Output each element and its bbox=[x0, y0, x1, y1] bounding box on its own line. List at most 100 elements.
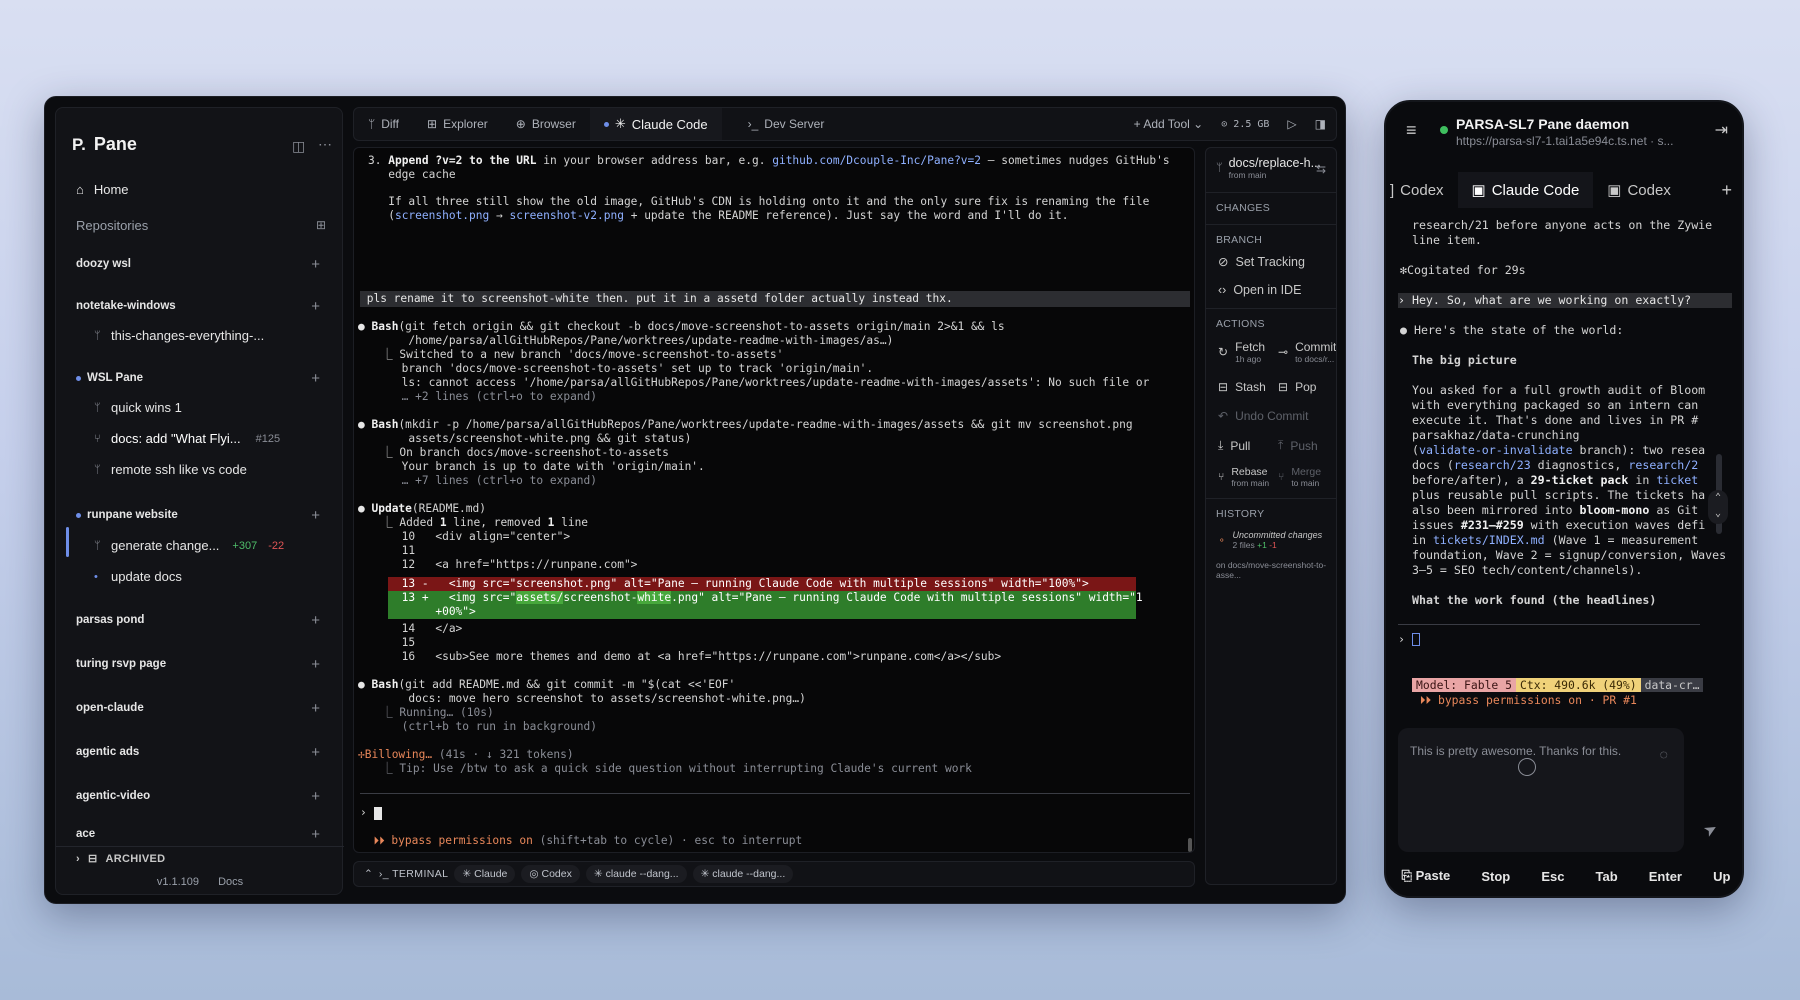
uncommitted-changes-item[interactable]: ⚬ Uncommitted changes 2 files +1 -1 bbox=[1218, 530, 1322, 550]
toolbar-right: + Add Tool ⌄ ⊙ 2.5 GB ▷ ◨ bbox=[1134, 108, 1326, 140]
add-session-icon[interactable]: + bbox=[311, 700, 320, 717]
scroll-handle-icon[interactable]: ⌃ ⌄ bbox=[1708, 490, 1728, 524]
tab-diff[interactable]: ᛘ Diff bbox=[354, 108, 413, 140]
terminal-tab[interactable]: ✳ Claude bbox=[454, 865, 516, 883]
claude-asterisk-icon: ✳ bbox=[700, 868, 710, 880]
push-button[interactable]: ⤒ Push bbox=[1278, 438, 1318, 453]
expand-hint[interactable]: … +7 lines (ctrl+o to expand) bbox=[368, 474, 597, 488]
terminal-tab[interactable]: ✳ claude --dang... bbox=[585, 865, 687, 883]
docs-link[interactable]: Docs bbox=[218, 876, 243, 888]
add-session-icon[interactable]: + bbox=[311, 507, 320, 524]
set-tracking-button[interactable]: ⊘ Set Tracking bbox=[1218, 254, 1305, 270]
repo-notetake-windows[interactable]: notetake-windows + bbox=[76, 298, 328, 315]
tool-tabs-bar: ᛘ Diff ⊞ Explorer ⊕ Browser ✳ Claude Code ›_… bbox=[353, 107, 1337, 141]
repo-doozy-wsl[interactable]: doozy wsl + bbox=[76, 256, 328, 273]
terminal-line: execute it. That's done and lives in PR … bbox=[1412, 413, 1699, 427]
tab-key[interactable]: Tab bbox=[1596, 869, 1618, 884]
tab-claude-code[interactable]: ✳ Claude Code bbox=[589, 108, 722, 140]
prompt-input[interactable]: › bbox=[360, 806, 382, 820]
text: before/after), a bbox=[1412, 473, 1531, 487]
text: to docs/r... bbox=[1295, 354, 1335, 364]
tab-browser[interactable]: ⊕ Browser bbox=[502, 108, 590, 140]
branch-item[interactable]: ᛘ this-changes-everything-... bbox=[94, 328, 334, 343]
add-session-icon[interactable]: + bbox=[311, 298, 320, 315]
paste-key[interactable]: ⎘ Paste bbox=[1402, 868, 1451, 884]
claude-code-terminal[interactable]: 3. Append ?v=2 to the URL in your browse… bbox=[353, 147, 1195, 853]
swap-icon[interactable]: ⇆ bbox=[1316, 162, 1326, 176]
terminal-tab[interactable]: ✳ claude --dang... bbox=[692, 865, 794, 883]
text: in bbox=[1412, 533, 1433, 547]
codex-icon: ◎ bbox=[529, 868, 539, 880]
merge-button[interactable]: ⑂ Merge to main bbox=[1278, 466, 1321, 488]
stop-key[interactable]: Stop bbox=[1481, 869, 1510, 884]
add-session-icon[interactable]: + bbox=[311, 744, 320, 761]
tab-explorer[interactable]: ⊞ Explorer bbox=[413, 108, 502, 140]
mobile-tab-claude-code[interactable]: ▣ Claude Code bbox=[1457, 172, 1594, 208]
play-icon[interactable]: ▷ bbox=[1287, 117, 1296, 131]
add-session-icon[interactable]: + bbox=[311, 256, 320, 273]
home-nav-item[interactable]: ⌂ Home bbox=[76, 182, 129, 197]
repo-runpane-website[interactable]: runpane website + bbox=[76, 507, 328, 524]
pull-request-icon: ⑂ bbox=[94, 432, 101, 445]
rebase-button[interactable]: ⑂ Rebase from main bbox=[1218, 466, 1269, 488]
undo-commit-button[interactable]: ↶ Undo Commit bbox=[1218, 409, 1308, 423]
message-input[interactable]: This is pretty awesome. Thanks for this.… bbox=[1398, 728, 1684, 852]
collapse-sidebar-icon[interactable]: ◫ bbox=[292, 138, 305, 155]
scrollbar[interactable] bbox=[1188, 838, 1192, 852]
toggle-panel-icon[interactable]: ◨ bbox=[1315, 117, 1326, 131]
add-tool-button[interactable]: + Add Tool ⌄ bbox=[1134, 117, 1204, 131]
pop-button[interactable]: ⊟ Pop bbox=[1278, 380, 1316, 394]
repo-open-claude[interactable]: open-claude + bbox=[76, 700, 328, 717]
tab-dev-server[interactable]: ›_ Dev Server bbox=[722, 108, 839, 140]
hamburger-menu-icon[interactable]: ≡ bbox=[1406, 120, 1417, 141]
repo-agentic-video[interactable]: agentic-video + bbox=[76, 788, 328, 805]
branch-item[interactable]: ᛘ quick wins 1 bbox=[94, 400, 334, 415]
archived-section[interactable]: › ⊟ ARCHIVED bbox=[76, 852, 165, 866]
open-in-ide-button[interactable]: ‹› Open in IDE bbox=[1218, 283, 1301, 297]
add-session-icon[interactable]: + bbox=[311, 370, 320, 387]
terminal-toggle[interactable]: ›_ TERMINAL bbox=[379, 868, 449, 880]
more-options-icon[interactable]: ⋯ bbox=[318, 136, 332, 153]
repo-ace[interactable]: ace + bbox=[76, 826, 328, 843]
repo-agentic-ads[interactable]: agentic ads + bbox=[76, 744, 328, 761]
add-session-icon[interactable]: + bbox=[311, 612, 320, 629]
repo-parsas-pond[interactable]: parsas pond + bbox=[76, 612, 328, 629]
pull-button[interactable]: ⤓ Pull bbox=[1218, 438, 1250, 453]
repo-turing-rsvp-page[interactable]: turing rsvp page + bbox=[76, 656, 328, 673]
mobile-terminal[interactable]: research/21 before anyone acts on the Zy… bbox=[1386, 214, 1734, 814]
text: also been mirrored into bbox=[1412, 503, 1580, 517]
commit-button[interactable]: ⊸ Commit to docs/r... bbox=[1278, 340, 1336, 364]
current-branch[interactable]: ᛘ docs/replace-h... from main bbox=[1216, 156, 1321, 180]
text: ⏵⏵ bypass permissions on bbox=[360, 834, 533, 847]
pane-logo-icon: P. bbox=[72, 134, 86, 154]
mobile-tab-codex-2[interactable]: ▣ Codex bbox=[1593, 172, 1685, 208]
branch-header: BRANCH bbox=[1216, 234, 1263, 246]
add-session-icon[interactable]: + bbox=[311, 656, 320, 673]
url-link[interactable]: github.com/Dcouple-Inc/Pane?v=2 bbox=[772, 154, 981, 167]
esc-key[interactable]: Esc bbox=[1541, 869, 1564, 884]
add-session-icon[interactable]: + bbox=[311, 788, 320, 805]
chevron-up-icon[interactable]: ⌃ bbox=[364, 868, 373, 880]
expand-hint[interactable]: … +2 lines (ctrl+o to expand) bbox=[368, 390, 597, 404]
send-icon[interactable]: ➤ bbox=[1700, 818, 1722, 842]
add-folder-icon[interactable]: ⊞ bbox=[316, 218, 326, 232]
repo-wsl-pane[interactable]: WSL Pane + bbox=[76, 370, 328, 387]
terminal-line: The big picture bbox=[1412, 353, 1517, 367]
add-session-icon[interactable]: + bbox=[311, 826, 320, 843]
text: +1 bbox=[1257, 540, 1267, 550]
fetch-button[interactable]: ↻ Fetch 1h ago bbox=[1218, 340, 1265, 364]
logout-icon[interactable]: ⇥ bbox=[1715, 120, 1728, 140]
text: assets/ bbox=[516, 591, 564, 604]
branch-item[interactable]: ᛘ remote ssh like vs code bbox=[94, 462, 334, 477]
prompt-input[interactable]: › bbox=[1398, 632, 1420, 647]
terminal-tab[interactable]: ◎ Codex bbox=[521, 865, 580, 883]
branch-item-active[interactable]: ⑂ docs: add "What Flyi... #125 bbox=[94, 431, 334, 446]
branch-item[interactable]: • update docs bbox=[94, 569, 334, 584]
mobile-tab-codex[interactable]: ] Codex bbox=[1386, 172, 1458, 208]
home-label: Home bbox=[93, 182, 129, 197]
up-key[interactable]: Up bbox=[1713, 869, 1730, 884]
enter-key[interactable]: Enter bbox=[1649, 869, 1682, 884]
stash-button[interactable]: ⊟ Stash bbox=[1218, 380, 1266, 394]
branch-item[interactable]: ᛘ generate change... +307 -22 bbox=[94, 538, 334, 553]
add-tab-icon[interactable]: + bbox=[1721, 180, 1732, 201]
